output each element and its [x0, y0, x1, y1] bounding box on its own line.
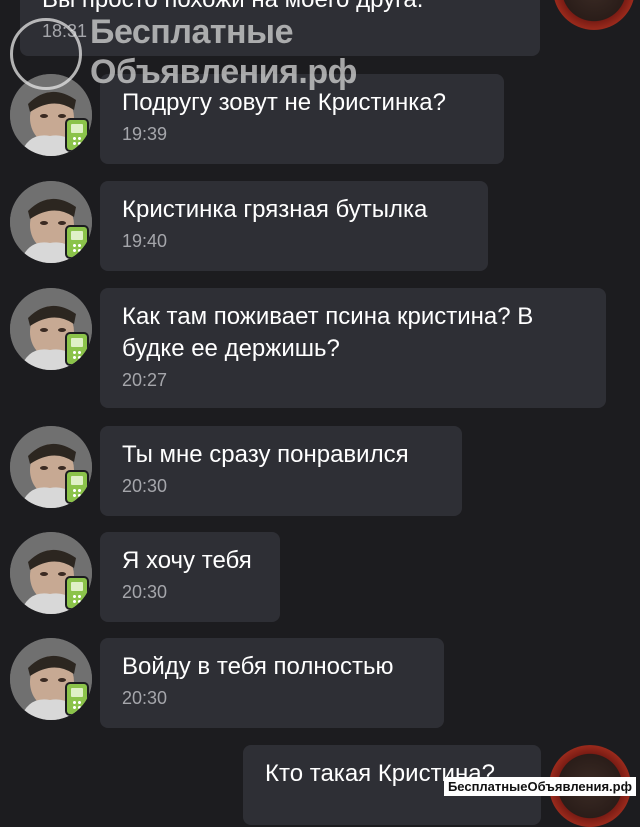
contact-avatar[interactable]: [10, 532, 92, 614]
message-bubble[interactable]: Ты мне сразу понравился 20:30: [100, 426, 462, 516]
message-text: Как там поживает псина кристина? В будке…: [122, 303, 534, 362]
message-time: 19:40: [122, 231, 168, 251]
message-text: Кристинка грязная бутылка: [122, 196, 428, 223]
contact-avatar[interactable]: [10, 426, 92, 508]
message-bubble[interactable]: Кристинка грязная бутылка 19:40: [100, 181, 488, 271]
message-bubble[interactable]: Как там поживает псина кристина? В будке…: [100, 288, 606, 408]
contact-avatar[interactable]: [10, 74, 92, 156]
message-text: Войду в тебя полностью: [122, 653, 394, 680]
message-text: Вы просто похожи на моего друга.: [42, 0, 518, 16]
mobile-phone-icon: [67, 120, 87, 150]
message-bubble[interactable]: Войду в тебя полностью 20:30: [100, 638, 444, 728]
mobile-phone-icon: [67, 334, 87, 364]
message-bubble[interactable]: Я хочу тебя 20:30: [100, 532, 280, 622]
mobile-phone-icon: [67, 578, 87, 608]
mobile-phone-icon: [67, 684, 87, 714]
message-time: 19:39: [122, 124, 168, 144]
footer-watermark: БесплатныеОбъявления.рф: [443, 777, 636, 796]
mobile-phone-icon: [67, 472, 87, 502]
message-time: 20:27: [122, 370, 168, 390]
message-time: 20:30: [122, 688, 168, 708]
message-time: 18:31: [42, 21, 88, 41]
contact-avatar[interactable]: [10, 288, 92, 370]
message-time: 20:30: [122, 582, 168, 602]
mobile-phone-icon: [67, 227, 87, 257]
message-text: Ты мне сразу понравился: [122, 441, 409, 468]
message-text: Подругу зовут не Кристинка?: [122, 89, 446, 116]
message-text: Я хочу тебя: [122, 547, 252, 574]
message-bubble[interactable]: Подругу зовут не Кристинка? 19:39: [100, 74, 504, 164]
message-bubble-top[interactable]: Вы просто похожи на моего друга. 18:31: [20, 0, 540, 56]
contact-avatar[interactable]: [10, 638, 92, 720]
sender-avatar-top-right[interactable]: [553, 0, 635, 30]
message-time: 20:30: [122, 476, 168, 496]
contact-avatar[interactable]: [10, 181, 92, 263]
